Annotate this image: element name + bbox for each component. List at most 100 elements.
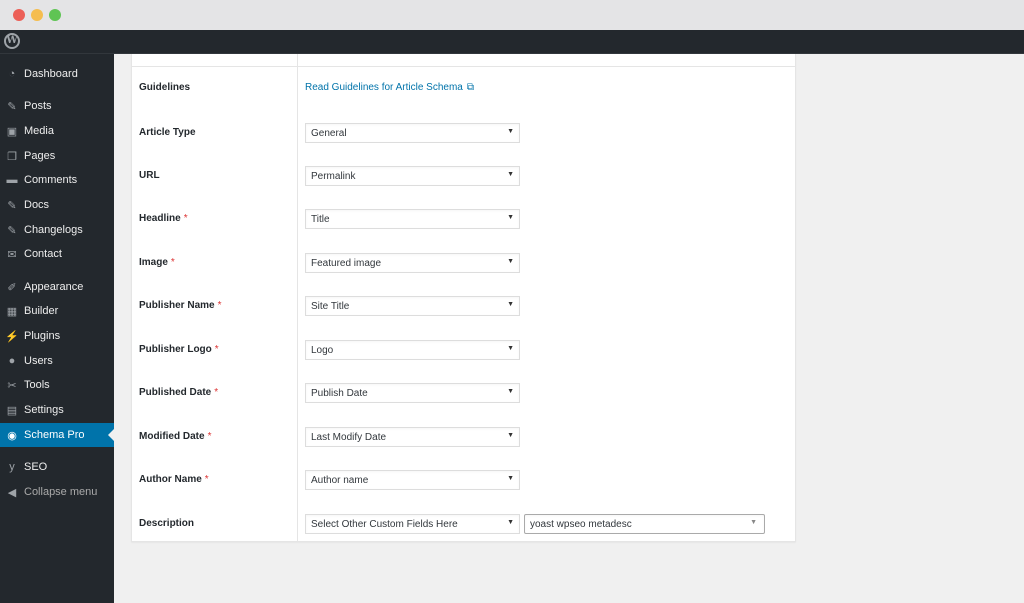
wordpress-logo-icon[interactable]: W (4, 33, 20, 49)
sidebar-item-label: Appearance (24, 281, 84, 293)
author-name-select[interactable]: Author name ▼ (305, 470, 520, 490)
admin-sidebar: ◔ Dashboard ✎ Posts ▣ Media ❐ Pages ▬ Comments ✎ Do… (0, 54, 114, 603)
article-type-label: Article Type (139, 127, 196, 138)
window-close-button[interactable] (13, 9, 25, 21)
window-minimize-button[interactable] (31, 9, 43, 21)
sidebar-item-docs[interactable]: ✎ Docs (0, 193, 114, 217)
publisher-name-select[interactable]: Site Title ▼ (305, 296, 520, 316)
required-marker: * (214, 387, 219, 398)
paintbrush-icon: ✐ (7, 281, 17, 294)
pushpin-icon: ✎ (7, 224, 17, 237)
sidebar-item-label: Users (24, 355, 53, 367)
sidebar-item-plugins[interactable]: ⚡ Plugins (0, 324, 114, 348)
select-value: yoast wpseo metadesc (530, 519, 632, 530)
sidebar-item-contact[interactable]: ✉ Contact (0, 242, 114, 266)
required-marker: * (207, 431, 212, 442)
sidebar-item-schema-pro[interactable]: ◉ Schema Pro (0, 423, 114, 447)
select-value: Author name (311, 475, 369, 486)
sidebar-item-builder[interactable]: ▦ Builder (0, 299, 114, 323)
dropdown-arrow-icon: ▼ (507, 519, 514, 526)
field-label-text: Author Name (139, 474, 202, 485)
sidebar-item-media[interactable]: ▣ Media (0, 119, 114, 143)
required-marker: * (217, 300, 222, 311)
dropdown-arrow-icon: ▼ (507, 301, 514, 308)
url-label: URL (139, 170, 160, 181)
sidebar-item-label: Settings (24, 404, 64, 416)
sidebar-item-collapse-menu[interactable]: ◀ Collapse menu (0, 480, 114, 504)
sidebar-item-appearance[interactable]: ✐ Appearance (0, 275, 114, 299)
guidelines-label: Guidelines (139, 82, 191, 93)
article-type-select[interactable]: General ▼ (305, 123, 520, 143)
dropdown-arrow-icon: ▼ (507, 258, 514, 265)
field-label-text: Description (139, 518, 195, 529)
window-titlebar (0, 0, 1024, 30)
sidebar-item-users[interactable]: ● Users (0, 349, 114, 373)
select-value: Logo (311, 345, 334, 356)
modified-date-select[interactable]: Last Modify Date ▼ (305, 427, 520, 447)
dropdown-arrow-icon: ▼ (750, 519, 757, 526)
sidebar-item-settings[interactable]: ▤ Settings (0, 398, 114, 422)
required-marker: * (183, 213, 188, 224)
sidebar-item-comments[interactable]: ▬ Comments (0, 168, 114, 192)
published-date-select[interactable]: Publish Date ▼ (305, 383, 520, 403)
required-marker: * (170, 257, 175, 268)
yoast-icon: y (9, 461, 15, 473)
envelope-icon: ✉ (7, 248, 17, 261)
sidebar-item-seo[interactable]: y SEO (0, 455, 114, 479)
dropdown-arrow-icon: ▼ (507, 432, 514, 439)
select-value: Last Modify Date (311, 432, 387, 443)
required-marker: * (204, 474, 209, 485)
field-label-text: Modified Date (139, 431, 205, 442)
publisher-logo-select[interactable]: Logo ▼ (305, 340, 520, 360)
user-icon: ● (8, 355, 16, 367)
field-label-text: Publisher Name (139, 300, 215, 311)
headline-select[interactable]: Title ▼ (305, 209, 520, 229)
sidebar-item-posts[interactable]: ✎ Posts (0, 94, 114, 118)
plug-icon: ⚡ (5, 330, 19, 343)
pushpin-icon: ✎ (7, 100, 17, 113)
description-custom-field-select[interactable]: yoast wpseo metadesc ▼ (524, 514, 765, 534)
table-icon: ▦ (6, 305, 18, 318)
sidebar-item-label: Plugins (24, 330, 61, 342)
collapse-arrow-icon: ◀ (7, 486, 17, 499)
field-label-text: Image (139, 257, 168, 268)
published-date-label: Published Date * (139, 387, 218, 398)
external-link-icon: ⧉ (466, 82, 474, 93)
sidebar-item-label: Dashboard (24, 68, 78, 80)
select-value: General (311, 128, 347, 139)
sidebar-item-label: Changelogs (24, 224, 83, 236)
select-value: Publish Date (311, 388, 368, 399)
field-label-text: Article Type (139, 127, 196, 138)
sidebar-item-pages[interactable]: ❐ Pages (0, 144, 114, 168)
description-select[interactable]: Select Other Custom Fields Here ▼ (305, 514, 520, 534)
admin-bar: W (0, 30, 1024, 54)
pushpin-icon: ✎ (7, 199, 17, 212)
sidebar-item-changelogs[interactable]: ✎ Changelogs (0, 218, 114, 242)
field-label-text: URL (139, 170, 160, 181)
read-guidelines-link[interactable]: Read Guidelines for Article Schema ⧉ (305, 82, 474, 93)
dropdown-arrow-icon: ▼ (507, 171, 514, 178)
sidebar-item-dashboard[interactable]: ◔ Dashboard (0, 62, 114, 86)
dashboard-icon: ◔ (8, 68, 16, 80)
divider (132, 66, 795, 67)
dropdown-arrow-icon: ▼ (507, 388, 514, 395)
field-label-text: Headline (139, 213, 181, 224)
author-name-label: Author Name * (139, 474, 209, 485)
publisher-logo-label: Publisher Logo * (139, 344, 219, 355)
headline-label: Headline * (139, 213, 188, 224)
sidebar-item-label: Media (24, 125, 54, 137)
select-value: Select Other Custom Fields Here (311, 519, 458, 530)
sidebar-item-label: Contact (24, 248, 62, 260)
image-select[interactable]: Featured image ▼ (305, 253, 520, 273)
read-guidelines-link-text: Read Guidelines for Article Schema (305, 82, 463, 93)
select-value: Title (311, 214, 330, 225)
window-maximize-button[interactable] (49, 9, 61, 21)
dropdown-arrow-icon: ▼ (507, 475, 514, 482)
publisher-name-label: Publisher Name * (139, 300, 222, 311)
select-value: Featured image (311, 258, 382, 269)
url-select[interactable]: Permalink ▼ (305, 166, 520, 186)
description-label: Description (139, 518, 194, 529)
sidebar-item-label: Pages (24, 150, 56, 162)
sidebar-item-tools[interactable]: ✂ Tools (0, 373, 114, 397)
field-label-text: Publisher Logo (139, 344, 212, 355)
